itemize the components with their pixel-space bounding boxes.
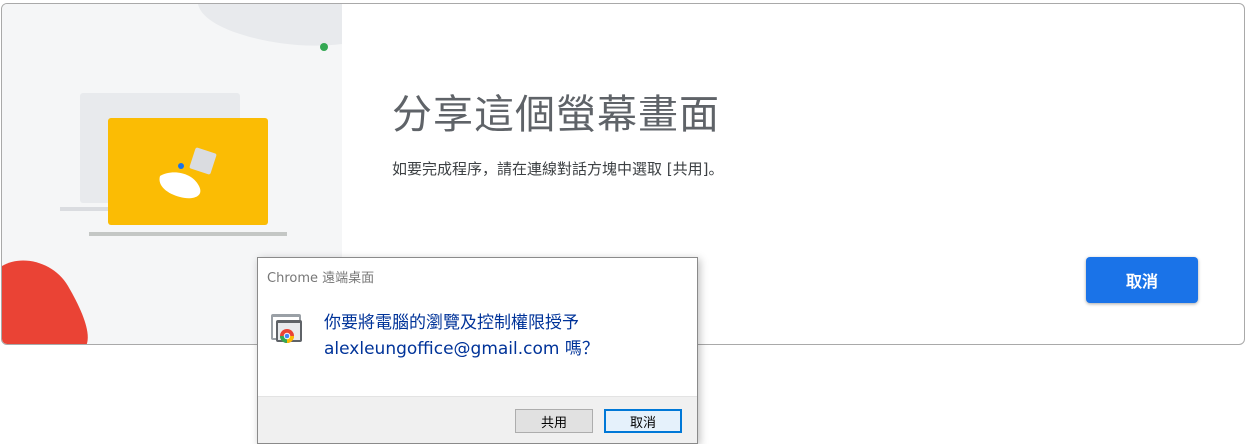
dialog-cancel-button[interactable]: 取消: [604, 409, 682, 433]
dialog-message: 你要將電腦的瀏覽及控制權限授予 alexleungoffice@gmail.co…: [324, 310, 684, 362]
dialog-message-line2: alexleungoffice@gmail.com 嗎？: [324, 339, 599, 359]
share-button[interactable]: 共用: [515, 409, 593, 433]
blob-top-shape: [198, 4, 342, 46]
dialog-footer: 共用 取消: [258, 396, 697, 443]
dialog-title: Chrome 遠端桌面: [267, 271, 375, 286]
shape-blue-dot: [178, 163, 184, 169]
page-description: 如要完成程序，請在連線對話方塊中選取 [共用]。: [392, 160, 724, 178]
dialog-message-line1: 你要將電腦的瀏覽及控制權限授予: [324, 313, 579, 333]
blob-red-shape: [2, 260, 88, 344]
monitor-front-shape: [108, 118, 268, 225]
chrome-remote-desktop-icon: [271, 314, 302, 343]
desk-line-front: [89, 232, 287, 236]
status-dot: [320, 43, 328, 51]
remote-desktop-dialog: Chrome 遠端桌面 你要將電腦的瀏覽及控制權限授予 alexleungoff…: [257, 257, 698, 444]
cancel-button[interactable]: 取消: [1086, 257, 1198, 303]
page-title: 分享這個螢幕畫面: [392, 92, 720, 138]
